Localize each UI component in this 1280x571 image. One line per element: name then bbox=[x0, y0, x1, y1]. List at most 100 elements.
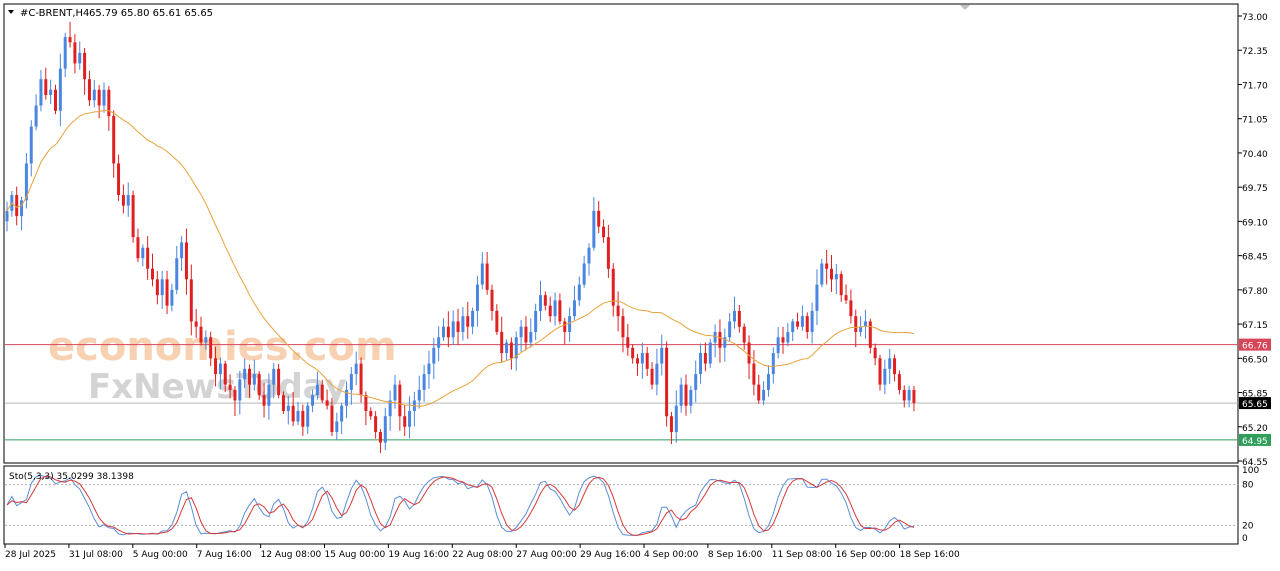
candle-body bbox=[359, 363, 363, 396]
candle-body bbox=[548, 305, 552, 317]
candle-body bbox=[49, 89, 53, 95]
candle-body bbox=[655, 363, 659, 385]
candle-body bbox=[650, 368, 654, 385]
candle-body bbox=[616, 305, 620, 317]
candle-body bbox=[529, 331, 533, 343]
candle-body bbox=[669, 416, 673, 433]
candle-body bbox=[446, 326, 450, 338]
candle-body bbox=[218, 363, 222, 375]
resistance-price-label: 66.76 bbox=[1242, 342, 1268, 352]
candle-body bbox=[248, 368, 251, 385]
candle-body bbox=[737, 310, 741, 327]
candle-body bbox=[87, 79, 91, 101]
candle-body bbox=[112, 116, 116, 164]
x-axis-tick-label: 22 Aug 08:00 bbox=[452, 550, 513, 560]
candle-body bbox=[475, 284, 479, 311]
x-axis-tick-label: 16 Sep 00:00 bbox=[836, 550, 896, 560]
candle-body bbox=[68, 37, 72, 43]
candle-body bbox=[665, 347, 669, 417]
candle-body bbox=[602, 226, 606, 238]
candle-body bbox=[58, 68, 62, 111]
candle-body bbox=[315, 384, 319, 396]
chart-window[interactable]: economies.com FxNewsToday 100 80 20 0 73.00 7… bbox=[0, 0, 1280, 567]
y-axis-tick-label: 67.80 bbox=[1242, 287, 1268, 297]
candle-body bbox=[825, 263, 829, 269]
candle-body bbox=[912, 389, 916, 404]
x-axis-tick-label: 27 Aug 00:00 bbox=[516, 550, 577, 560]
candle-body bbox=[563, 321, 567, 332]
candle-body bbox=[660, 347, 664, 364]
y-axis-tick-label: 72.35 bbox=[1242, 47, 1268, 57]
candle-body bbox=[63, 37, 67, 69]
candle-body bbox=[403, 416, 407, 427]
candle-body bbox=[674, 405, 678, 433]
candle-body bbox=[718, 331, 722, 348]
candle-body bbox=[776, 337, 780, 354]
current-price-label: 65.65 bbox=[1242, 400, 1268, 410]
candle-body bbox=[233, 389, 237, 401]
candle-body bbox=[466, 316, 470, 327]
candle-body bbox=[689, 389, 693, 406]
y-axis-tick-label: 69.75 bbox=[1242, 184, 1268, 194]
candle-body bbox=[888, 358, 892, 369]
candle-body bbox=[383, 416, 387, 443]
x-axis-tick-label: 8 Sep 16:00 bbox=[708, 550, 763, 560]
candle-body bbox=[102, 89, 106, 106]
candle-body bbox=[393, 384, 397, 401]
candle-body bbox=[519, 326, 523, 338]
candle-body bbox=[786, 331, 790, 343]
candle-body bbox=[728, 321, 732, 338]
candle-body bbox=[330, 405, 334, 433]
candle-body bbox=[189, 279, 193, 322]
candle-body bbox=[820, 263, 824, 285]
candle-body bbox=[587, 247, 591, 264]
candle-body bbox=[752, 363, 756, 385]
candle-body bbox=[194, 321, 198, 327]
candle-body bbox=[621, 316, 625, 338]
stochastic-level-label: 80 bbox=[1242, 481, 1254, 491]
candle-body bbox=[175, 258, 179, 290]
x-axis-tick-label: 29 Aug 16:00 bbox=[580, 550, 641, 560]
candle-body bbox=[505, 342, 509, 354]
candle-body bbox=[694, 374, 698, 390]
ohlc-label: 65.79 65.80 65.61 65.65 bbox=[89, 8, 213, 19]
y-axis-tick-label: 66.50 bbox=[1242, 355, 1268, 365]
candle-body bbox=[204, 337, 208, 343]
candle-body bbox=[703, 353, 707, 364]
watermark-economies: economies.com bbox=[48, 324, 397, 370]
chart-canvas[interactable]: economies.comFxNewsToday 10080200 73.007… bbox=[0, 0, 1280, 567]
watermark-fxnewstoday: FxNewsToday bbox=[88, 367, 347, 407]
candle-body bbox=[136, 237, 140, 259]
candle-body bbox=[757, 384, 761, 401]
candle-body bbox=[15, 195, 19, 217]
candle-body bbox=[830, 268, 833, 280]
candle-body bbox=[34, 105, 38, 127]
candle-body bbox=[20, 200, 24, 217]
candle-body bbox=[636, 358, 639, 364]
candle-body bbox=[398, 384, 402, 417]
x-axis-tick-label: 4 Sep 00:00 bbox=[644, 550, 699, 560]
x-axis-tick-label: 31 Jul 08:00 bbox=[69, 550, 123, 560]
candle-body bbox=[534, 310, 538, 332]
candle-body bbox=[83, 52, 87, 80]
candle-body bbox=[873, 347, 877, 359]
candle-body bbox=[209, 337, 213, 359]
x-axis-tick-label: 28 Jul 2025 bbox=[5, 550, 56, 560]
candle-body bbox=[170, 289, 174, 306]
candle-body bbox=[878, 358, 882, 385]
candle-body bbox=[708, 342, 712, 364]
candle-body bbox=[771, 353, 775, 375]
candle-body bbox=[340, 405, 344, 422]
candle-body bbox=[572, 300, 576, 317]
candle-body bbox=[849, 300, 853, 317]
candle-body bbox=[791, 321, 795, 332]
x-axis-tick-label: 18 Sep 16:00 bbox=[900, 550, 960, 560]
candle-body bbox=[805, 316, 809, 332]
candle-body bbox=[762, 389, 766, 401]
y-axis-tick-label: 64.55 bbox=[1242, 458, 1268, 468]
candle-body bbox=[296, 410, 300, 422]
candle-body bbox=[252, 374, 256, 385]
candle-body bbox=[306, 405, 310, 427]
candle-body bbox=[558, 300, 562, 322]
candle-body bbox=[29, 126, 33, 164]
